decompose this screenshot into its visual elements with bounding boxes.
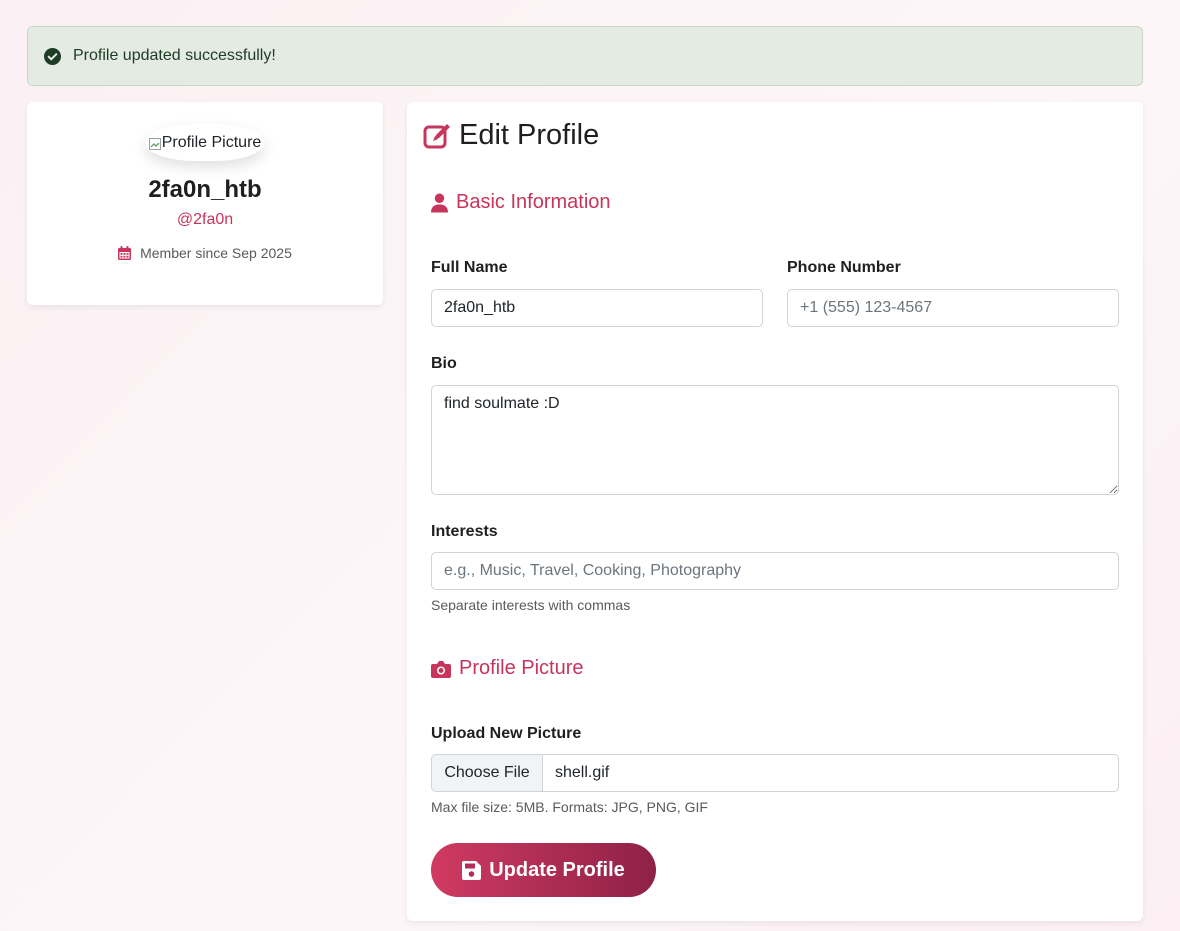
edit-profile-card: Edit Profile Basic Information Full Name… [407,102,1143,921]
profile-handle: @2fa0n [176,211,234,228]
full-name-input[interactable] [431,289,763,327]
bio-textarea[interactable]: find soulmate :D [431,385,1119,495]
interests-input[interactable] [431,552,1119,590]
save-icon [462,860,482,880]
basic-info-heading: Basic Information [431,191,611,214]
file-help: Max file size: 5MB. Formats: JPG, PNG, G… [431,799,708,815]
interests-help: Separate interests with commas [431,597,631,613]
phone-label: Phone Number [787,259,901,276]
interests-label: Interests [431,523,498,540]
profile-display-name: 2fa0n_htb [148,176,262,203]
avatar: Profile Picture [145,124,265,161]
page-title-text: Edit Profile [459,119,600,151]
success-alert: Profile updated successfully! [27,26,1143,86]
page-title: Edit Profile [423,119,599,152]
user-icon [431,193,448,213]
avatar-alt-text: Profile Picture [161,133,262,151]
update-profile-button[interactable]: Update Profile [431,843,656,897]
profile-picture-heading: Profile Picture [431,657,584,680]
edit-icon [423,122,451,150]
check-circle-icon [44,47,61,65]
alert-message: Profile updated successfully! [73,47,276,64]
upload-label: Upload New Picture [431,725,582,742]
file-input[interactable]: Choose File shell.gif [431,754,1119,792]
selected-file-name: shell.gif [555,764,610,781]
phone-input[interactable] [787,289,1119,327]
camera-icon [431,660,451,678]
full-name-label: Full Name [431,259,508,276]
member-since-text: Member since Sep 2025 [140,245,292,261]
profile-picture-heading-text: Profile Picture [459,657,584,679]
basic-info-heading-text: Basic Information [456,191,611,213]
update-profile-label: Update Profile [489,858,625,881]
broken-image-icon [148,137,161,150]
bio-label: Bio [431,355,457,372]
member-since: Member since Sep 2025 [27,245,383,261]
choose-file-button[interactable]: Choose File [432,755,543,791]
profile-summary-card: Profile Picture 2fa0n_htb @2fa0n Member … [27,102,383,305]
calendar-icon [118,246,132,260]
